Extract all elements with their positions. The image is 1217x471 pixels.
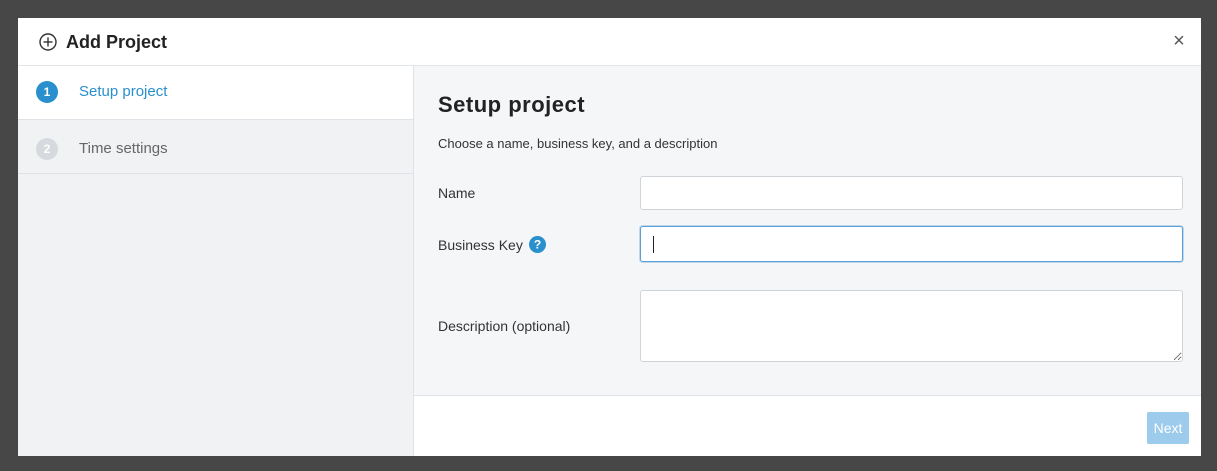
add-circle-icon	[39, 33, 57, 51]
description-textarea[interactable]	[640, 290, 1183, 362]
wizard-steps-sidebar: 1 Setup project 2 Time settings	[18, 66, 414, 456]
add-project-dialog: Add Project × 1 Setup project 2 Time set…	[18, 18, 1201, 456]
section-title: Setup project	[438, 92, 586, 117]
step-number-badge: 2	[36, 138, 58, 160]
dialog-title: Add Project	[66, 32, 168, 52]
text-caret	[653, 236, 654, 253]
step-label: Time settings	[79, 140, 168, 157]
step-time-settings[interactable]: 2 Time settings	[18, 120, 413, 174]
step-number-badge: 1	[36, 81, 58, 103]
business-key-input[interactable]	[640, 226, 1183, 262]
section-subtitle: Choose a name, business key, and a descr…	[438, 136, 718, 151]
next-button[interactable]: Next	[1147, 412, 1189, 444]
step-setup-project[interactable]: 1 Setup project	[18, 66, 413, 120]
step-content-panel: Setup project Choose a name, business ke…	[414, 66, 1201, 396]
business-key-label-wrap: Business Key ?	[438, 236, 546, 254]
step-label: Setup project	[79, 83, 168, 100]
question-circle-icon[interactable]: ?	[528, 236, 546, 254]
dialog-header: Add Project ×	[18, 18, 1201, 66]
close-icon[interactable]: ×	[1169, 30, 1189, 52]
description-label: Description (optional)	[438, 318, 571, 334]
name-label: Name	[438, 185, 476, 201]
name-input[interactable]	[640, 176, 1183, 210]
svg-text:?: ?	[534, 238, 541, 252]
business-key-label: Business Key	[438, 237, 523, 253]
